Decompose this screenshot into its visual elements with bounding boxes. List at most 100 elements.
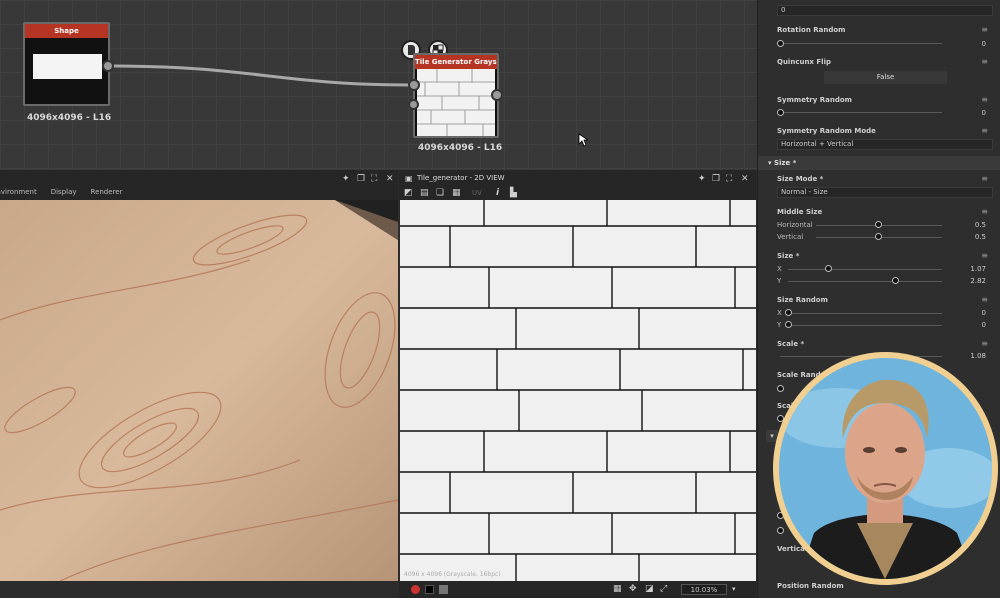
restore-icon[interactable]: ❐	[357, 174, 365, 184]
tile-input-port-1[interactable]	[408, 79, 420, 91]
size-x-slider[interactable]	[788, 269, 942, 270]
quincunx-flip-toggle[interactable]: False	[824, 71, 947, 84]
shape-node-label: 4096x4096 - L16	[27, 113, 112, 123]
shape-node[interactable]: Shape	[23, 22, 110, 106]
rotation-random-value: 0	[981, 40, 986, 48]
tile-input-port-2[interactable]	[408, 99, 419, 110]
maximize-icon[interactable]: ⛶	[371, 174, 377, 184]
size-random-x-value: 0	[981, 309, 986, 317]
param-menu-icon[interactable]: ≡	[981, 251, 988, 260]
close-icon[interactable]: ✕	[741, 174, 749, 184]
3d-viewport[interactable]	[0, 200, 398, 581]
pin-icon[interactable]: ✦	[698, 174, 706, 184]
size-random-y-value: 0	[981, 321, 986, 329]
info-icon[interactable]: i	[496, 188, 499, 198]
param-menu-icon[interactable]: ≡	[981, 95, 988, 104]
size-random-label: Size Random	[777, 296, 828, 304]
size-y-slider[interactable]	[788, 281, 942, 282]
size-random-y-knob[interactable]	[785, 321, 792, 328]
restore-icon[interactable]: ❐	[712, 174, 720, 184]
scale-label: Scale *	[777, 340, 805, 348]
2d-status-bar: ▦ ✥ ◪ ⤢ 10.03% ▾	[399, 581, 756, 598]
param-menu-icon[interactable]: ≡	[981, 339, 988, 348]
move-icon[interactable]: ✥	[629, 584, 637, 594]
size-random-y-label: Y	[777, 321, 782, 329]
color-swatch-red[interactable]	[411, 585, 420, 594]
brick-tile-pattern	[400, 200, 756, 581]
size-random-x-slider[interactable]	[788, 313, 942, 314]
param-menu-icon[interactable]: ≡	[981, 126, 988, 135]
mouse-cursor-icon	[578, 133, 588, 147]
tab-display[interactable]: Display	[51, 188, 77, 196]
middle-size-label: Middle Size	[777, 208, 823, 216]
size-random-x-knob[interactable]	[785, 309, 792, 316]
symmetry-random-mode-dropdown[interactable]: Horizontal + Vertical	[777, 139, 993, 150]
symmetry-random-knob[interactable]	[777, 109, 784, 116]
presenter-webcam	[773, 352, 998, 585]
symmetry-random-slider[interactable]	[780, 112, 942, 113]
hidden-param-knob-2[interactable]	[777, 527, 784, 534]
size-mode-dropdown[interactable]: Normal - Size	[777, 187, 993, 198]
rotation-random-knob[interactable]	[777, 40, 784, 47]
size-y-knob[interactable]	[892, 277, 899, 284]
middle-size-horizontal-knob[interactable]	[875, 221, 882, 228]
tile-generator-node-title: Tile Generator Grayscale	[415, 55, 497, 69]
zoom-down-icon[interactable]: ▾	[732, 584, 736, 594]
tiling-icon[interactable]: ▦	[452, 188, 461, 198]
scale-random-knob[interactable]	[777, 385, 784, 392]
size-y-label: Y	[777, 277, 782, 285]
save-icon[interactable]: ▤	[420, 188, 429, 198]
top-value-field[interactable]: 0	[777, 5, 993, 16]
tile-generator-node[interactable]: Tile Generator Grayscale	[413, 53, 499, 138]
middle-size-horizontal-value: 0.5	[974, 221, 986, 229]
pin-icon[interactable]: ✦	[342, 174, 350, 184]
size-mode-label: Size Mode *	[777, 175, 824, 183]
middle-size-vertical-knob[interactable]	[875, 233, 882, 240]
middle-size-horizontal-label: Horizontal	[777, 221, 813, 229]
size-random-y-slider[interactable]	[788, 325, 942, 326]
fit-icon[interactable]: ◪	[645, 584, 654, 594]
color-swatch-gray[interactable]	[439, 585, 448, 594]
quincunx-flip-label: Quincunx Flip	[777, 58, 831, 66]
3d-view-toolbar: Environment Display Renderer ✦ ❐ ⛶ ✕	[0, 170, 398, 200]
maximize-icon[interactable]: ⛶	[726, 174, 732, 184]
wood-plank-render	[0, 200, 398, 581]
color-swatch-black[interactable]	[425, 585, 434, 594]
expand-icon[interactable]: ⤢	[660, 584, 667, 594]
fit-view-icon[interactable]: ◩	[404, 188, 413, 198]
zoom-field[interactable]: 10.03%	[681, 584, 727, 595]
size-x-label: X	[777, 265, 782, 273]
node-connection	[112, 64, 414, 87]
close-icon[interactable]: ✕	[386, 174, 394, 184]
2d-viewport[interactable]: 4096 x 4096 (Grayscale, 16bpc)	[400, 200, 756, 581]
shape-output-port[interactable]	[102, 60, 114, 72]
param-menu-icon[interactable]: ≡	[981, 57, 988, 66]
tab-environment[interactable]: Environment	[0, 188, 37, 196]
size-label: Size *	[777, 252, 800, 260]
param-menu-icon[interactable]: ≡	[981, 295, 988, 304]
shape-node-title: Shape	[25, 24, 108, 38]
2d-view-title: Tile_generator - 2D VIEW	[417, 174, 505, 182]
middle-size-vertical-value: 0.5	[974, 233, 986, 241]
shape-node-thumbnail	[33, 54, 102, 79]
2d-view-toolbar: ▣ Tile_generator - 2D VIEW ✦ ❐ ⛶ ✕ ◩ ▤ ❏…	[399, 170, 756, 200]
size-x-knob[interactable]	[825, 265, 832, 272]
scale-value: 1.08	[970, 352, 986, 360]
histogram-icon[interactable]: ▙	[510, 188, 517, 198]
tile-output-port[interactable]	[491, 89, 503, 101]
copy-icon[interactable]: ❏	[436, 188, 444, 198]
position-random-label: Position Random	[777, 582, 844, 590]
node-graph[interactable]: Shape 4096x4096 - L16 Tile Generator Gra…	[0, 0, 757, 170]
size-section-title: Size *	[773, 159, 797, 167]
rotation-random-slider[interactable]	[780, 43, 942, 44]
param-menu-icon[interactable]: ≡	[981, 25, 988, 34]
presenter-avatar	[779, 379, 992, 579]
param-menu-icon[interactable]: ≡	[981, 207, 988, 216]
uv-icon[interactable]: UV	[472, 188, 482, 198]
grid-icon[interactable]: ▦	[613, 584, 622, 594]
tab-renderer[interactable]: Renderer	[91, 188, 123, 196]
size-x-value: 1.07	[970, 265, 986, 273]
symmetry-random-mode-label: Symmetry Random Mode	[777, 127, 876, 135]
size-section-header[interactable]: ▾ Size *	[758, 156, 1000, 170]
param-menu-icon[interactable]: ≡	[981, 174, 988, 183]
